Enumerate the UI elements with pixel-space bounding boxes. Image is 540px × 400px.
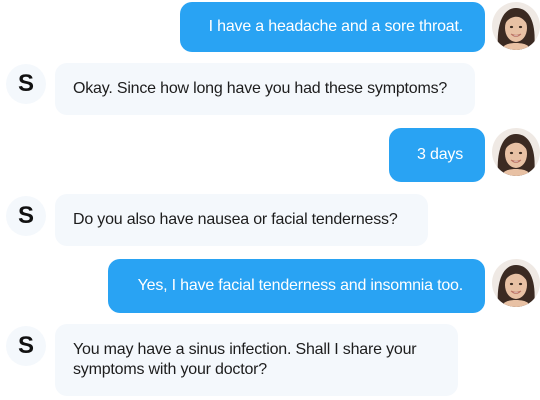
- user-avatar-icon: [492, 128, 540, 176]
- user-message-text: I have a headache and a sore throat.: [208, 18, 464, 35]
- bot-message-bubble: You may have a sinus infection. Shall I …: [55, 324, 458, 396]
- bot-avatar-letter: S: [17, 332, 34, 359]
- bot-avatar-icon: S: [6, 326, 46, 366]
- bot-message-bubble: Do you also have nausea or facial tender…: [55, 194, 428, 246]
- bot-message-text: Do you also have nausea or facial tender…: [73, 211, 398, 228]
- user-message-text: Yes, I have facial tenderness and insomn…: [137, 277, 464, 294]
- bot-message-bubble: Okay. Since how long have you had these …: [55, 63, 475, 115]
- bot-avatar-icon: S: [6, 196, 46, 236]
- bot-message-text: You may have a sinus infection. Shall I …: [73, 341, 417, 378]
- bot-avatar-letter: S: [17, 70, 34, 97]
- user-avatar-icon: [492, 259, 540, 307]
- user-avatar-icon: [492, 2, 540, 50]
- bot-avatar-icon: S: [6, 64, 46, 104]
- chat-conversation: I have a headache and a sore throat. S O…: [0, 0, 540, 400]
- user-message-bubble: Yes, I have facial tenderness and insomn…: [108, 259, 485, 313]
- user-message-bubble: I have a headache and a sore throat.: [180, 2, 485, 52]
- user-message-text: 3 days: [417, 146, 463, 163]
- user-message-bubble: 3 days: [389, 128, 485, 182]
- bot-message-text: Okay. Since how long have you had these …: [73, 80, 448, 97]
- bot-avatar-letter: S: [17, 202, 34, 229]
